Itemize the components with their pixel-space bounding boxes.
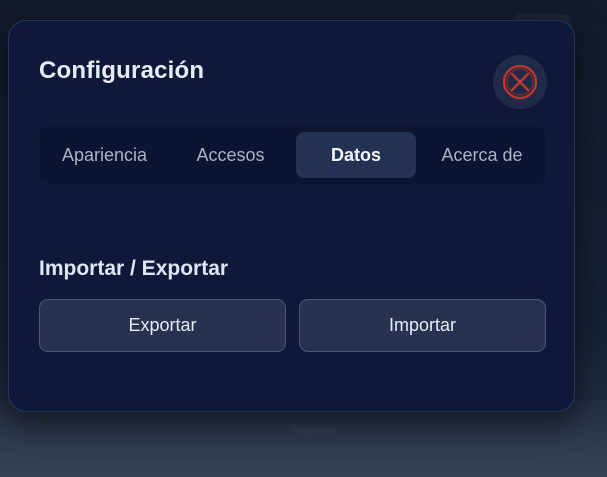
dialog-title: Configuración xyxy=(39,57,205,84)
settings-tabs: Apariencia Accesos Datos Acerca de xyxy=(39,126,546,184)
close-button[interactable] xyxy=(493,55,547,109)
tab-accesos[interactable]: Accesos xyxy=(170,132,291,178)
tab-datos[interactable]: Datos xyxy=(296,132,416,178)
settings-dialog: Configuración Apariencia Accesos Datos A… xyxy=(8,20,575,412)
background-text: Nuevo xyxy=(292,422,336,439)
section-title: Importar / Exportar xyxy=(39,257,229,280)
export-button[interactable]: Exportar xyxy=(39,299,286,352)
tab-apariencia[interactable]: Apariencia xyxy=(43,132,166,178)
close-circle-icon xyxy=(501,63,539,101)
import-button[interactable]: Importar xyxy=(299,299,546,352)
tab-acerca-de[interactable]: Acerca de xyxy=(422,132,542,178)
